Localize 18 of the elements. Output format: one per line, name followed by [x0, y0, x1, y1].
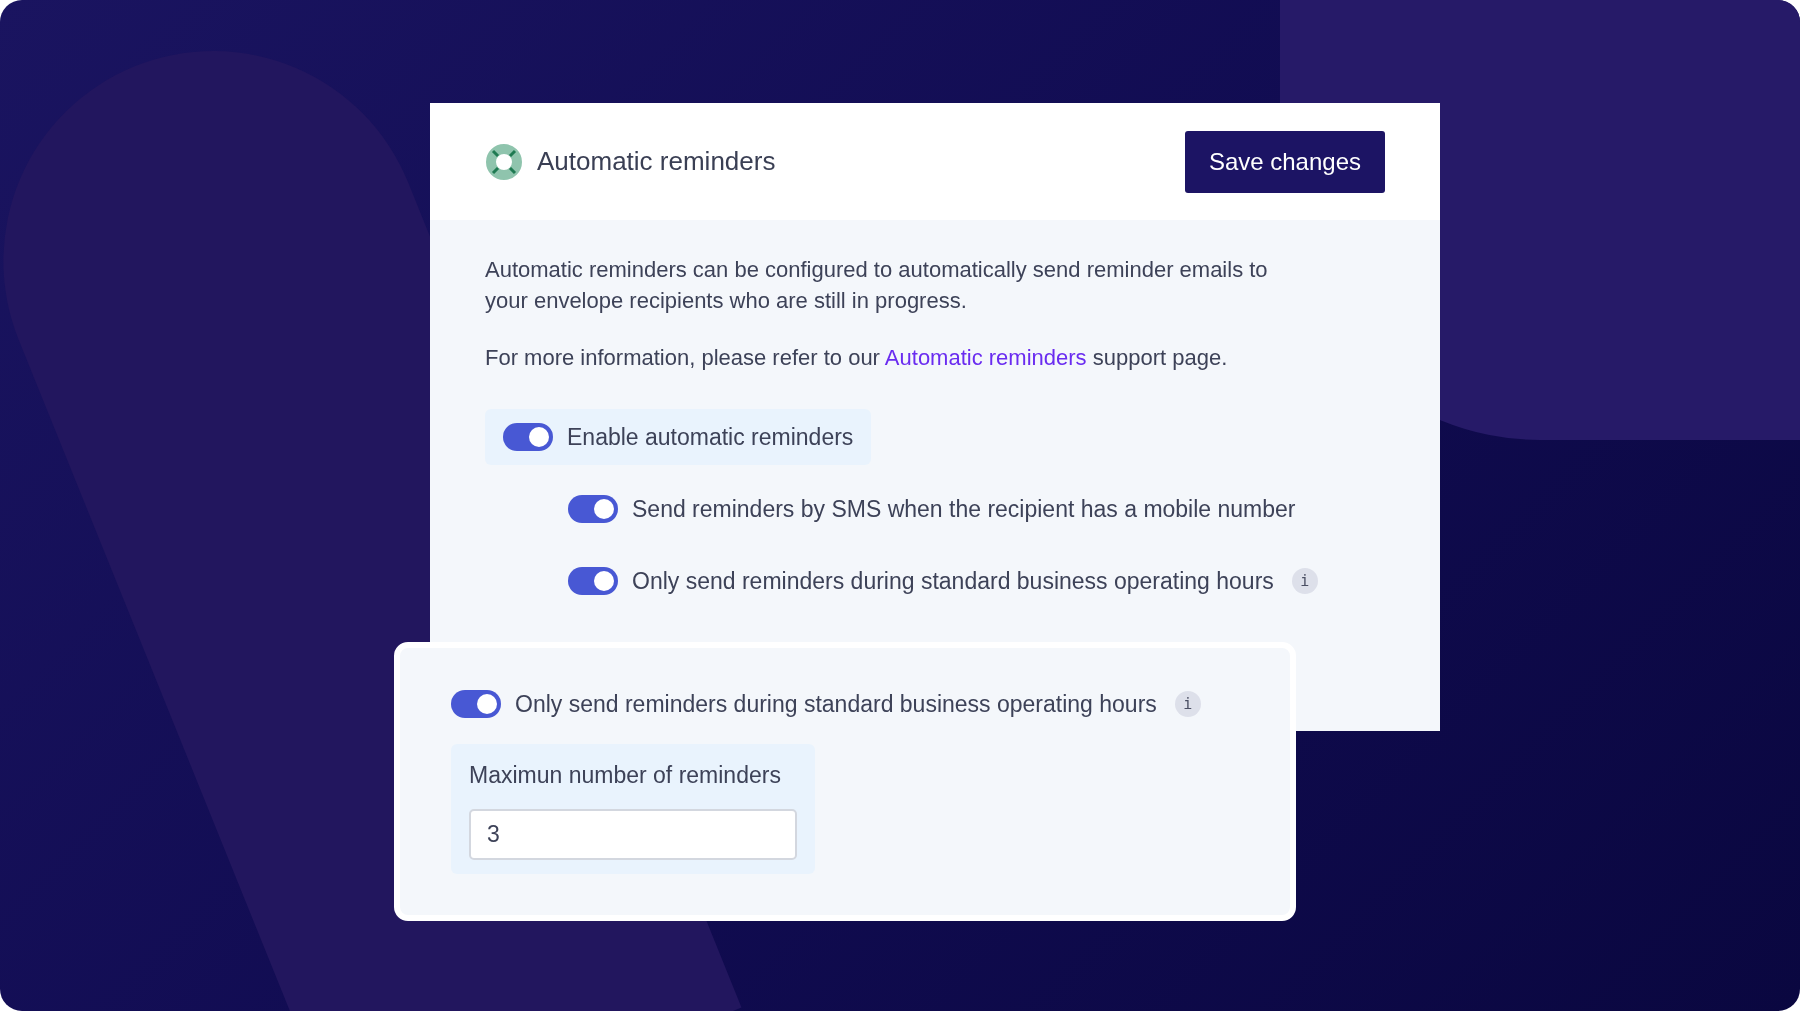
toggle-label: Enable automatic reminders: [567, 423, 854, 451]
lifebuoy-icon: [485, 142, 523, 181]
toggle-switch[interactable]: [451, 690, 501, 718]
toggle-switch[interactable]: [568, 567, 618, 595]
toggle-switch[interactable]: [503, 423, 553, 451]
toggle-switch[interactable]: [568, 495, 618, 523]
toggle-label: Send reminders by SMS when the recipient has a mobile number: [632, 495, 1296, 523]
toggle-label: Only send reminders during standard business operating hours: [515, 690, 1157, 718]
save-button[interactable]: Save changes: [1184, 130, 1385, 193]
info-icon[interactable]: i: [1291, 568, 1318, 594]
toggle-label: Only send reminders during standard business operating hours: [632, 567, 1274, 595]
info-text: For more information, please refer to our Automatic reminders support page.: [485, 344, 1229, 372]
support-link[interactable]: Automatic reminders: [884, 345, 1087, 370]
info-icon[interactable]: i: [1174, 691, 1201, 717]
card-title: Automatic reminders: [537, 146, 776, 177]
field-label: Maximun number of reminders: [469, 762, 782, 789]
number-input[interactable]: 3: [469, 809, 797, 860]
description-text: Automatic reminders can be configured to automatically send reminder emails to your envelope recipients who are still in progress.: [485, 256, 1269, 315]
